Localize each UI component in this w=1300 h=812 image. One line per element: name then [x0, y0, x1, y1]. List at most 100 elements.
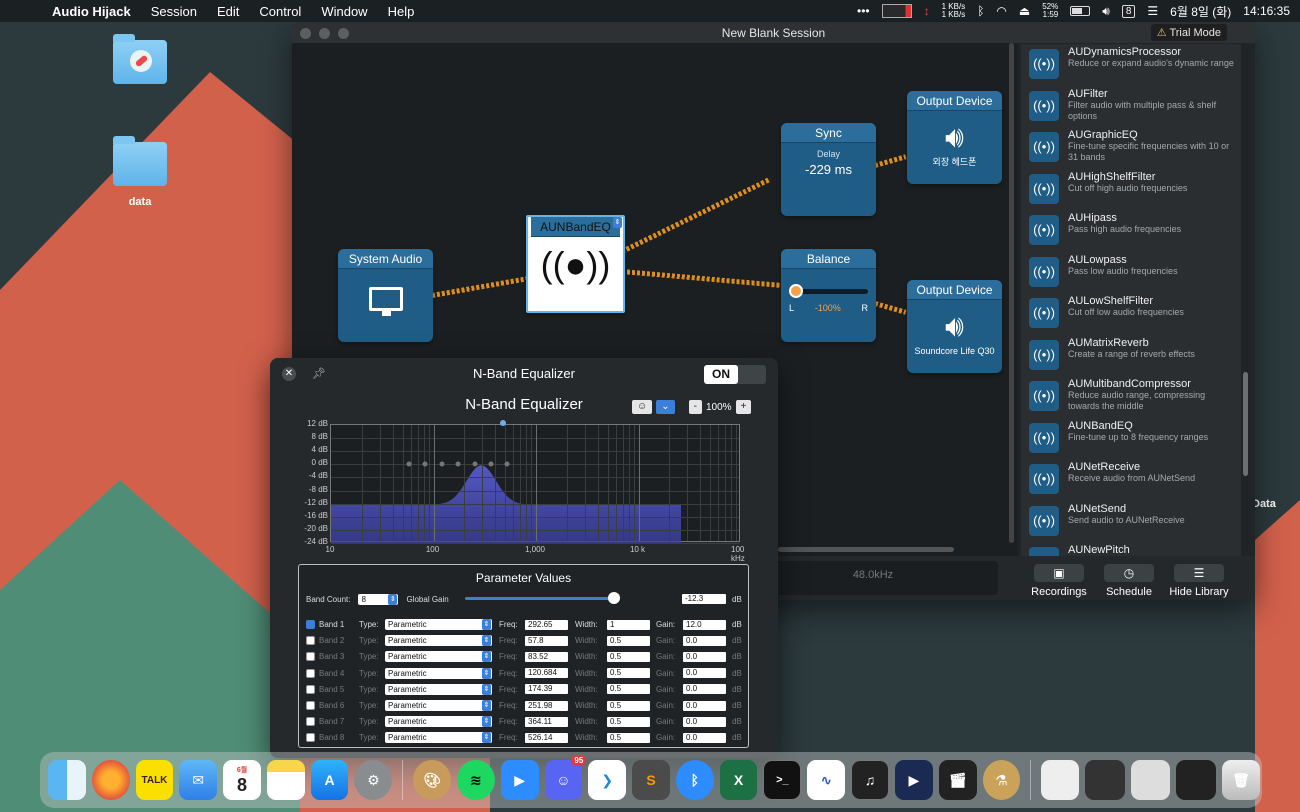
sublime-icon[interactable]: S	[632, 760, 670, 800]
desktop-data-label[interactable]: Data	[1252, 498, 1276, 510]
hide-library-button[interactable]: ☰ Hide Library	[1164, 564, 1234, 598]
clock[interactable]: 14:16:35	[1243, 4, 1290, 18]
band-gain-field[interactable]: 0.0	[683, 668, 726, 679]
zoom-icon[interactable]: ▶	[500, 760, 539, 800]
global-gain-field[interactable]: -12.3	[682, 594, 726, 604]
zoom-out-button[interactable]: -	[688, 400, 702, 414]
app-menu[interactable]: Audio Hijack	[46, 4, 141, 19]
band-freq-field[interactable]: 526.14	[525, 732, 568, 743]
on-off-toggle[interactable]: ON	[704, 365, 766, 384]
wifi-icon[interactable]: ◠	[996, 4, 1006, 18]
library-item[interactable]: ((•)) AUNewPitch	[1021, 542, 1241, 556]
bluetooth-app-icon[interactable]: ᛒ	[675, 760, 714, 800]
paint-icon[interactable]: 🎨︎	[413, 760, 451, 800]
band-freq-field[interactable]: 251.98	[525, 700, 568, 711]
app-store-icon[interactable]: A	[310, 760, 349, 800]
more-icon[interactable]: •••	[857, 4, 870, 18]
band-freq-field[interactable]: 292.65	[525, 619, 568, 630]
terminal-icon[interactable]: >_	[763, 760, 802, 800]
graph-plot-area[interactable]	[330, 424, 740, 544]
audio-hijack-icon[interactable]: ⚗	[982, 760, 1021, 800]
screenshot-thumb-1[interactable]	[1085, 760, 1125, 800]
system-preferences-icon[interactable]: ⚙	[354, 760, 393, 800]
desktop-folder-app[interactable]	[100, 34, 180, 84]
band-handle-top[interactable]	[500, 420, 506, 426]
band-width-field[interactable]: 0.5	[607, 635, 650, 646]
library-item[interactable]: ((•)) AUNetSend Send audio to AUNetReceive	[1021, 501, 1241, 543]
band-gain-field[interactable]: 0.0	[683, 716, 726, 727]
spotify-icon[interactable]: ≋	[456, 760, 495, 800]
band-type-select[interactable]: Parametric	[385, 619, 492, 630]
canvas-vertical-scrollbar[interactable]	[1009, 43, 1014, 543]
desktop-folder-data[interactable]: data	[100, 136, 180, 208]
library-item[interactable]: ((•)) AUMultibandCompressor Reduce audio r…	[1021, 376, 1241, 418]
preset-dropdown[interactable]: ⌄	[656, 400, 675, 414]
network-stats[interactable]: 1 KB/s 1 KB/s	[942, 3, 966, 19]
band-handle[interactable]	[504, 461, 510, 467]
recordings-button[interactable]: ▣ Recordings	[1024, 564, 1094, 598]
eject-icon[interactable]: ⏏	[1019, 4, 1030, 18]
band-type-select[interactable]: Parametric	[385, 716, 492, 728]
menu-edit[interactable]: Edit	[207, 4, 249, 19]
band-gain-field[interactable]: 0.0	[683, 651, 726, 662]
band-freq-field[interactable]: 83.52	[525, 651, 568, 662]
band-type-select[interactable]: Parametric	[385, 732, 492, 744]
band-freq-field[interactable]: 57.8	[525, 635, 568, 646]
band-width-field[interactable]: 1	[607, 619, 650, 630]
kakaotalk-icon[interactable]: TALK	[135, 760, 174, 800]
band-handle[interactable]	[472, 461, 478, 467]
zoom-button[interactable]	[338, 28, 349, 39]
band-freq-field[interactable]: 364.11	[525, 716, 568, 727]
close-icon[interactable]: ✕	[282, 367, 296, 381]
trial-mode-badge[interactable]: ⚠ Trial Mode	[1150, 24, 1227, 41]
band-gain-field[interactable]: 0.0	[683, 684, 726, 695]
menu-help[interactable]: Help	[378, 4, 425, 19]
band-gain-field[interactable]: 0.0	[683, 700, 726, 711]
screenshot-thumb-3[interactable]	[1176, 760, 1217, 800]
band-freq-field[interactable]: 120.684	[525, 668, 568, 679]
band-type-select[interactable]: Parametric	[385, 635, 492, 647]
date[interactable]: 6월 8일 (화)	[1170, 3, 1231, 20]
library-item[interactable]: ((•)) AULowpass Pass low audio frequencies	[1021, 252, 1241, 294]
band-enable-checkbox[interactable]	[306, 668, 315, 678]
block-balance[interactable]: Balance L -100% R	[781, 249, 876, 342]
band-gain-field[interactable]: 12.0	[683, 619, 726, 630]
volume-icon[interactable]: 🔊︎	[1102, 4, 1110, 19]
library-item[interactable]: ((•)) AUNBandEQ Fine-tune up to 8 frequenc…	[1021, 418, 1241, 460]
final-cut-icon[interactable]: 🎬︎	[938, 760, 977, 800]
eq-graph[interactable]: 12 dB 8 dB 4 dB 0 dB -4 dB -8 dB -12 dB -16 dB -…	[292, 419, 758, 563]
menu-control[interactable]: Control	[249, 4, 311, 19]
band-handle[interactable]	[488, 461, 494, 467]
band-enable-checkbox[interactable]	[306, 636, 315, 646]
band-count-select[interactable]: 8	[358, 594, 399, 605]
band-width-field[interactable]: 0.5	[607, 700, 650, 711]
band-enable-checkbox[interactable]	[306, 701, 315, 710]
library-item[interactable]: ((•)) AUHighShelfFilter Cut off high audio…	[1021, 169, 1241, 211]
band-width-field[interactable]: 0.5	[607, 651, 650, 662]
piano-icon[interactable]: ♫	[851, 760, 889, 800]
control-center-icon[interactable]: ☰	[1147, 4, 1158, 18]
band-handle[interactable]	[455, 461, 461, 467]
bluetooth-icon[interactable]: ᛒ	[977, 4, 984, 18]
library-item[interactable]: ((•)) AUDynamicsProcessor Reduce or expand…	[1021, 44, 1241, 86]
band-type-select[interactable]: Parametric	[385, 700, 492, 711]
screenshot-thumb-2[interactable]	[1130, 760, 1171, 800]
library-item[interactable]: ((•)) AUGraphicEQ Fine-tune specific frequ…	[1021, 127, 1241, 169]
block-sync[interactable]: Sync Delay -229 ms	[781, 123, 876, 216]
trash-icon[interactable]: 🗑︎	[1222, 760, 1260, 800]
close-button[interactable]	[300, 28, 311, 39]
band-handle[interactable]	[422, 461, 428, 467]
calendar-day-box[interactable]: 8	[1121, 4, 1136, 18]
zoom-in-button[interactable]: +	[735, 400, 752, 414]
band-gain-field[interactable]: 0.0	[683, 635, 726, 646]
band-type-select[interactable]: Parametric	[385, 667, 492, 679]
minimize-button[interactable]	[319, 28, 330, 39]
global-gain-slider[interactable]	[465, 592, 620, 604]
firefox-icon[interactable]	[91, 760, 130, 800]
menu-window[interactable]: Window	[311, 4, 377, 19]
library-item[interactable]: ((•)) AUNetReceive Receive audio from AUNe…	[1021, 459, 1241, 501]
canvas-horizontal-scrollbar[interactable]	[778, 547, 954, 552]
calendar-icon[interactable]: 6월 8	[223, 760, 261, 800]
band-enable-checkbox[interactable]	[306, 717, 315, 727]
title-bar[interactable]: New Blank Session ⚠ Trial Mode	[292, 23, 1255, 43]
